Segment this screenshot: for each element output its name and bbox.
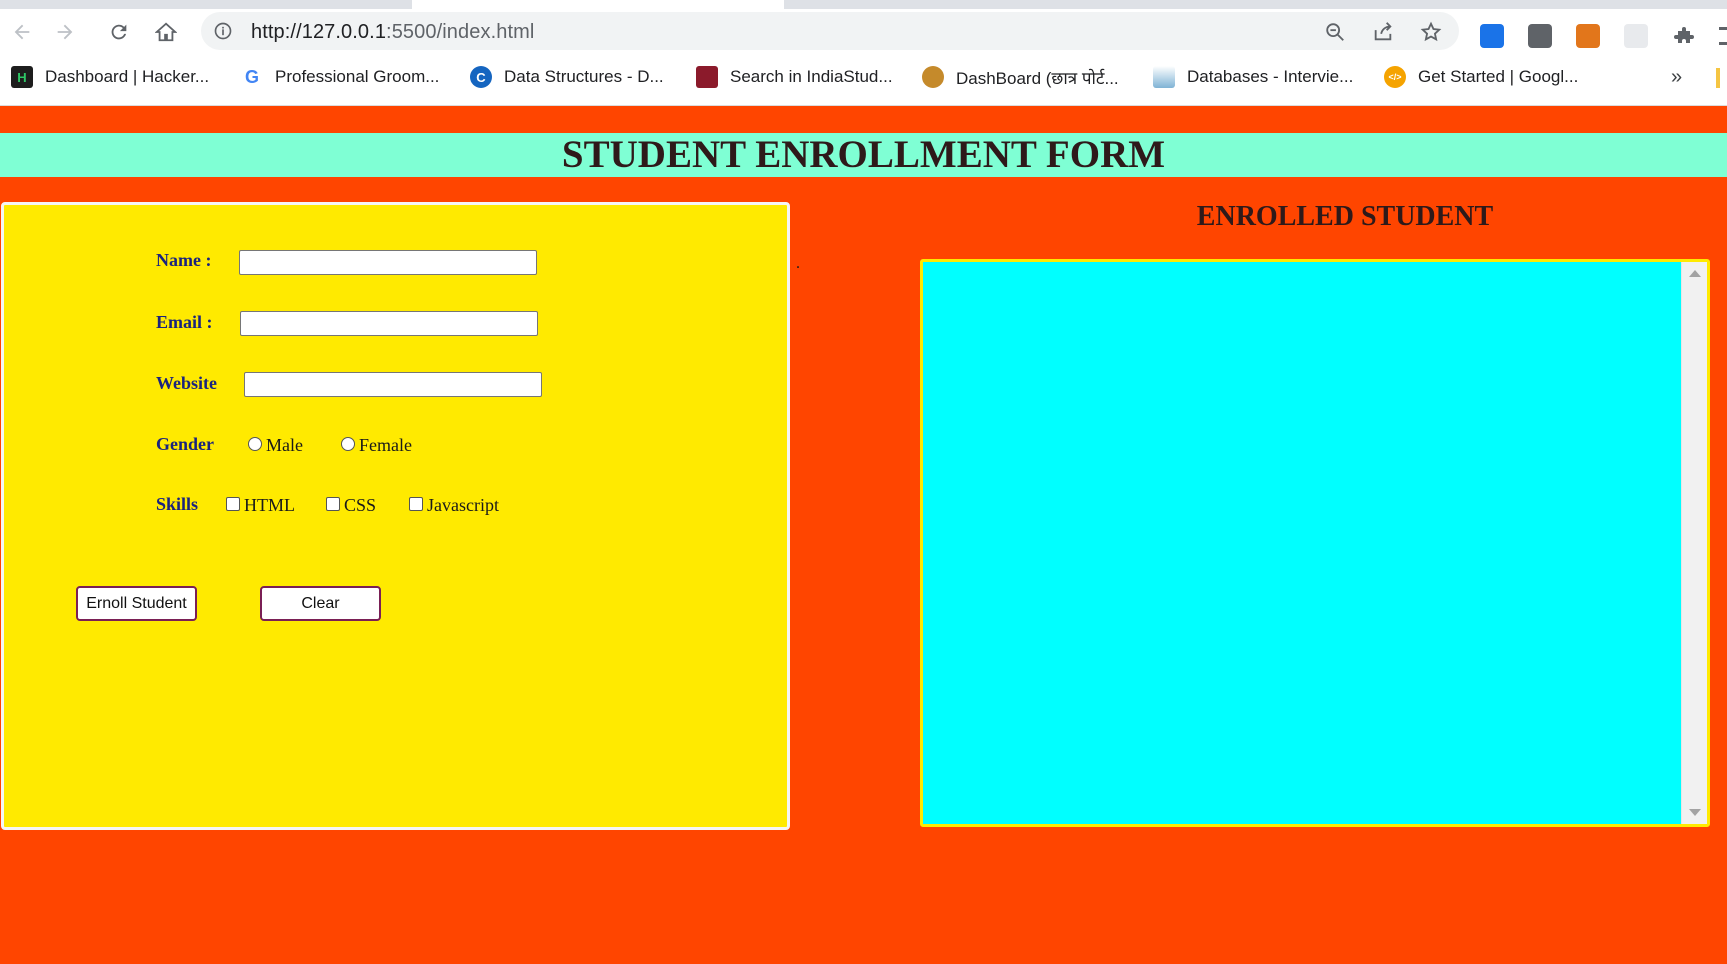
extensions-puzzle-icon[interactable] <box>1672 24 1696 48</box>
bookmark-item[interactable]: Databases - Intervie... <box>1153 65 1353 89</box>
folder-icon[interactable] <box>1716 68 1720 88</box>
bookmark-label: DashBoard (छात्र पोर्ट... <box>956 68 1119 88</box>
page-title: STUDENT ENROLLMENT FORM <box>561 133 1166 176</box>
skill-option-html[interactable]: HTML <box>226 495 295 516</box>
forward-arrow-icon <box>57 24 73 40</box>
active-tab[interactable] <box>412 0 784 9</box>
bookmark-label: Search in IndiaStud... <box>730 67 893 86</box>
gender-option-male[interactable]: Male <box>248 435 303 456</box>
bookmark-star-icon[interactable] <box>1420 21 1442 43</box>
back-arrow-icon <box>14 24 30 40</box>
skill-option-javascript[interactable]: Javascript <box>409 495 499 516</box>
html-checkbox[interactable] <box>226 496 240 511</box>
bookmark-item[interactable]: Search in IndiaStud... <box>696 65 893 89</box>
bookmark-item[interactable]: H Dashboard | Hacker... <box>11 65 209 89</box>
bookmark-label: Data Structures - D... <box>504 67 664 86</box>
gdsc-icon: </> <box>1384 66 1406 88</box>
female-label: Female <box>359 435 412 455</box>
javascript-checkbox[interactable] <box>409 496 423 511</box>
hackerrank-icon: H <box>11 66 33 88</box>
url-host: http://127.0.0.1 <box>251 21 387 43</box>
browser-chrome: http://127.0.0.1:5500/index.html H Dashb… <box>0 0 1727 106</box>
page-body: STUDENT ENROLLMENT FORM Name : Email : W… <box>0 107 1727 964</box>
name-label: Name : <box>156 250 212 270</box>
css-checkbox[interactable] <box>326 496 340 511</box>
address-bar[interactable]: http://127.0.0.1:5500/index.html <box>201 12 1459 50</box>
home-icon <box>155 22 177 42</box>
email-label: Email : <box>156 312 213 332</box>
bookmarks-bar: H Dashboard | Hacker... G Professional G… <box>0 58 1727 98</box>
website-input[interactable] <box>244 372 542 397</box>
vertical-scrollbar[interactable] <box>1681 262 1707 824</box>
extension-2-icon[interactable] <box>1528 24 1552 48</box>
male-label: Male <box>266 435 303 455</box>
enrolled-heading: ENROLLED STUDENT <box>1196 201 1494 232</box>
scroll-up-arrow-icon[interactable] <box>1689 270 1701 277</box>
url-path: :5500/index.html <box>386 21 535 43</box>
back-button[interactable] <box>7 17 37 47</box>
browser-toolbar: http://127.0.0.1:5500/index.html <box>0 9 1727 53</box>
bookmark-label: Databases - Intervie... <box>1187 67 1354 86</box>
browser-menu-icon[interactable] <box>1719 27 1727 45</box>
site-info-icon[interactable] <box>213 21 233 41</box>
forward-button[interactable] <box>50 17 80 47</box>
codechef-icon: C <box>470 66 492 88</box>
enroll-student-button[interactable]: Ernoll Student <box>76 586 197 621</box>
gender-option-female[interactable]: Female <box>341 435 412 456</box>
scroll-down-arrow-icon[interactable] <box>1689 809 1701 816</box>
book-icon <box>696 66 718 88</box>
tab-strip <box>0 0 1727 9</box>
more-bookmarks-button[interactable]: » <box>1671 66 1682 89</box>
bookmark-item[interactable]: C Data Structures - D... <box>470 65 664 89</box>
enrollment-form: Name : Email : Website Gender Male Femal… <box>1 202 790 830</box>
website-label: Website <box>156 373 217 393</box>
reload-icon <box>111 24 127 40</box>
google-icon: G <box>244 66 259 87</box>
bookmark-item[interactable]: G Professional Groom... <box>241 65 439 89</box>
javascript-label: Javascript <box>427 495 499 515</box>
email-input[interactable] <box>240 311 538 336</box>
bookmark-item[interactable]: DashBoard (छात्र पोर्ट... <box>922 65 1119 89</box>
bookmark-label: Dashboard | Hacker... <box>45 67 210 86</box>
gender-label: Gender <box>156 434 214 454</box>
url-text[interactable]: http://127.0.0.1:5500/index.html <box>251 21 534 44</box>
skill-option-css[interactable]: CSS <box>326 495 376 516</box>
stray-text: . <box>796 255 800 272</box>
extension-4-icon[interactable] <box>1624 24 1648 48</box>
clear-button[interactable]: Clear <box>260 586 381 621</box>
reload-button[interactable] <box>104 17 134 47</box>
bookmark-item[interactable]: </> Get Started | Googl... <box>1384 65 1578 89</box>
bookmark-label: Get Started | Googl... <box>1418 67 1579 86</box>
metamask-extension-icon[interactable] <box>1576 24 1600 48</box>
pyramid-icon <box>1153 66 1175 88</box>
name-input[interactable] <box>239 250 537 275</box>
male-radio[interactable] <box>248 436 262 451</box>
trello-extension-icon[interactable] <box>1480 24 1504 48</box>
bookmark-label: Professional Groom... <box>275 67 440 86</box>
html-label: HTML <box>244 495 295 515</box>
zoom-icon[interactable] <box>1324 21 1346 43</box>
enrolled-student-panel <box>920 259 1710 827</box>
title-banner: STUDENT ENROLLMENT FORM <box>0 133 1727 177</box>
female-radio[interactable] <box>341 436 355 451</box>
emblem-icon <box>922 66 944 88</box>
skills-label: Skills <box>156 494 199 514</box>
css-label: CSS <box>344 495 377 515</box>
share-icon[interactable] <box>1372 21 1394 43</box>
home-button[interactable] <box>151 17 181 47</box>
